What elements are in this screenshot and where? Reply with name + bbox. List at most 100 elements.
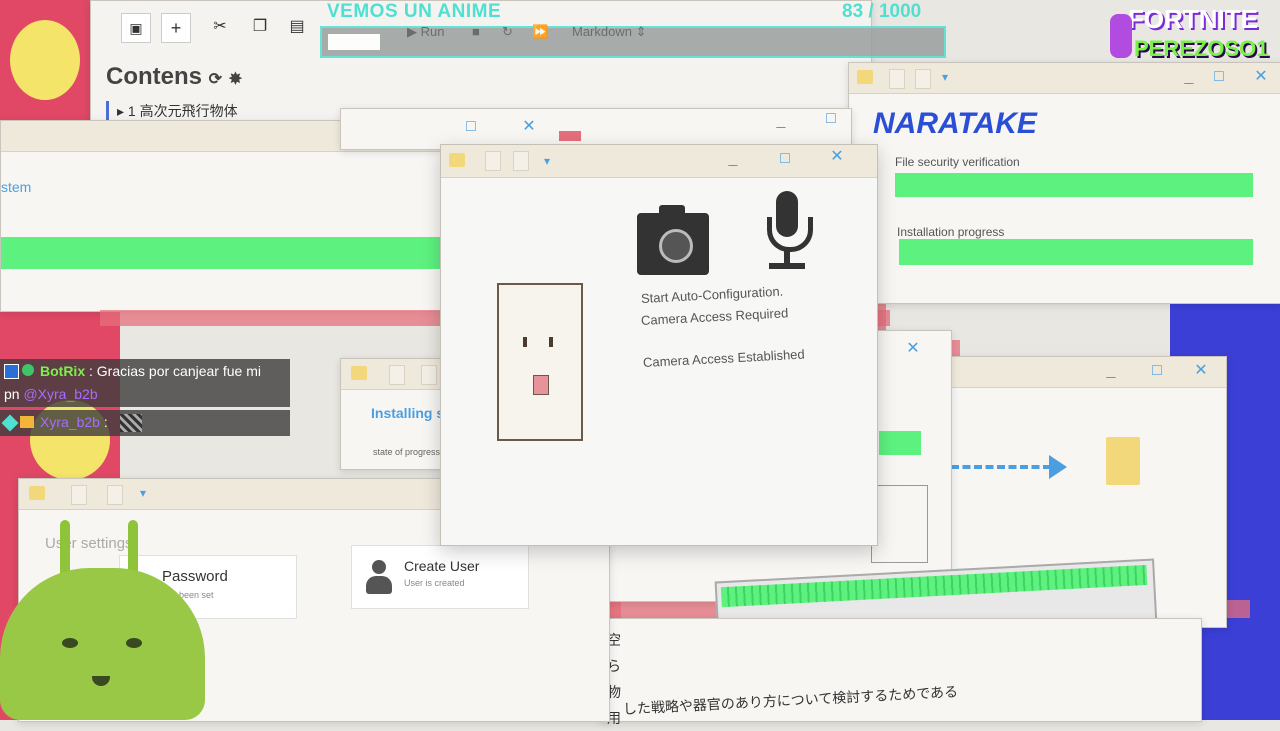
transfer-titlebar: [951, 357, 1226, 388]
brand-logo: FORTNITE PEREZOSO1: [1110, 4, 1278, 64]
minimize-icon[interactable]: _: [723, 149, 743, 169]
cut-icon[interactable]: ✂: [206, 13, 234, 41]
contents-title-text: Contens: [106, 63, 202, 90]
stream-progress-fill: [328, 34, 380, 50]
arrow-head-icon: [1049, 455, 1067, 479]
maximize-icon[interactable]: □: [461, 117, 481, 137]
llama-icon: [1110, 14, 1132, 58]
close-icon[interactable]: ✕: [1191, 361, 1211, 381]
document-icon: [889, 69, 905, 89]
vertical-char-1: 空: [607, 632, 621, 648]
naratake-window: ▾ _ □ ✕ NARATAKE File security verificat…: [848, 62, 1280, 304]
camera-required-label: Camera Access Required: [640, 305, 789, 328]
reload-icon[interactable]: ↻: [502, 24, 513, 40]
dropdown-icon[interactable]: ▾: [133, 483, 153, 503]
face-eye-left: [523, 337, 527, 347]
chat-message-1: BotRix : Gracias por canjear fue mi pn @…: [0, 359, 290, 407]
mode-select[interactable]: Markdown ⇕: [572, 24, 682, 40]
close-icon[interactable]: ✕: [903, 339, 923, 359]
install-progress-label: Installation progress: [897, 225, 1005, 239]
stream-progress-counter: 83 / 1000: [842, 1, 921, 23]
gear-icon[interactable]: ✸: [229, 71, 242, 88]
text-panel: 空 ら 物 用 した戦略や器官のあり方について検討するためである: [600, 618, 1202, 726]
dropdown-icon[interactable]: ▾: [537, 151, 557, 171]
fast-forward-icon[interactable]: ⏩: [532, 24, 548, 40]
chat-username-xyra: Xyra_b2b: [40, 414, 100, 430]
user-icon: [366, 560, 392, 596]
progress-frame: [871, 485, 928, 563]
background-sun-shape: [10, 20, 80, 100]
face-eye-right: [549, 337, 553, 347]
red-marker: [559, 131, 581, 141]
add-icon[interactable]: +: [161, 13, 191, 43]
folder-icon: [1106, 437, 1140, 485]
chat-message-2: Xyra_b2b :: [0, 410, 290, 436]
chat-crown-icon: [20, 416, 34, 428]
mode-select-label: Markdown: [572, 24, 632, 39]
brand-logo-line1: FORTNITE: [1128, 4, 1258, 34]
close-icon[interactable]: ✕: [827, 147, 847, 167]
progress-current: 83: [842, 1, 864, 22]
document-icon: [389, 365, 405, 385]
maximize-icon[interactable]: □: [1147, 361, 1167, 381]
chat-message-cont: pn: [4, 386, 20, 402]
run-button[interactable]: ▶ Run: [407, 24, 444, 40]
document-icon: [71, 485, 87, 505]
brand-logo-line2: PEREZOSO1: [1134, 36, 1269, 61]
chat-mention[interactable]: @Xyra_b2b: [23, 386, 97, 402]
naratake-brand: NARATAKE: [873, 107, 1037, 140]
copy-icon[interactable]: ❐: [246, 13, 274, 41]
document-icon-2: [107, 485, 123, 505]
face-card: [497, 283, 583, 441]
cat-eye-left: [62, 638, 78, 648]
toc-item[interactable]: ▸ 1 高次元飛行物体: [106, 101, 238, 121]
camera-established-label: Camera Access Established: [642, 346, 806, 370]
close-icon[interactable]: ✕: [1251, 67, 1271, 87]
chat-message-line-1: BotRix : Gracias por canjear fue mi: [40, 363, 261, 379]
chat-message-line-2: pn @Xyra_b2b: [4, 386, 98, 402]
create-user-card[interactable]: Create User User is created: [351, 545, 529, 609]
dropdown-icon[interactable]: ▾: [935, 67, 955, 87]
webcam-cat-avatar: [0, 520, 210, 720]
document-icon: [485, 151, 501, 171]
contents-title: Contens ⟳ ✸: [106, 63, 242, 91]
refresh-icon[interactable]: ⟳: [209, 71, 222, 88]
install-progress-fill: [899, 239, 1253, 265]
stream-title: VEMOS UN ANIME: [327, 1, 502, 22]
stream-progress-bar: ▶ Run ■ ↻ ⏩ Markdown ⇕: [320, 24, 946, 58]
camera-dialog: ▾ _ □ ✕ Start Auto-Configuration. Camera…: [440, 144, 878, 546]
chat-message-line: Xyra_b2b :: [40, 414, 108, 430]
chat-gem-icon: [1, 414, 19, 432]
paste-icon[interactable]: ▤: [283, 13, 311, 41]
folder-icon: [857, 70, 873, 84]
minimize-icon[interactable]: _: [1101, 361, 1121, 381]
chat-badge-icon: [4, 364, 19, 379]
save-icon[interactable]: ▣: [121, 13, 151, 43]
maximize-icon[interactable]: □: [1209, 67, 1229, 87]
face-mouth: [533, 375, 549, 395]
install-progress-track: [899, 239, 1253, 265]
document-icon-2: [421, 365, 437, 385]
folder-icon: [351, 366, 367, 380]
maximize-icon-2[interactable]: □: [821, 109, 841, 129]
close-icon[interactable]: ✕: [519, 117, 539, 137]
transfer-arrow-icon: [951, 465, 1051, 469]
document-icon-2: [513, 151, 529, 171]
chat-verified-icon: [22, 364, 34, 376]
run-label: Run: [420, 24, 445, 39]
file-security-progress-fill: [895, 173, 1253, 197]
toc-item-label: 1 高次元飛行物体: [127, 103, 238, 119]
chat-separator: :: [103, 414, 108, 430]
folder-icon: [449, 153, 465, 167]
document-icon-2: [915, 69, 931, 89]
file-security-progress-track: [895, 173, 1253, 197]
chevron-right-icon: ▸: [117, 103, 128, 119]
cat-head: [0, 568, 205, 720]
minimize-icon[interactable]: _: [771, 111, 791, 131]
stop-icon[interactable]: ■: [472, 24, 480, 39]
cat-mouth: [92, 676, 110, 686]
maximize-icon[interactable]: □: [775, 149, 795, 169]
auto-config-label: Start Auto-Configuration.: [640, 283, 784, 306]
minimize-icon[interactable]: _: [1179, 67, 1199, 87]
left-window-progress-fill: [1, 237, 441, 269]
